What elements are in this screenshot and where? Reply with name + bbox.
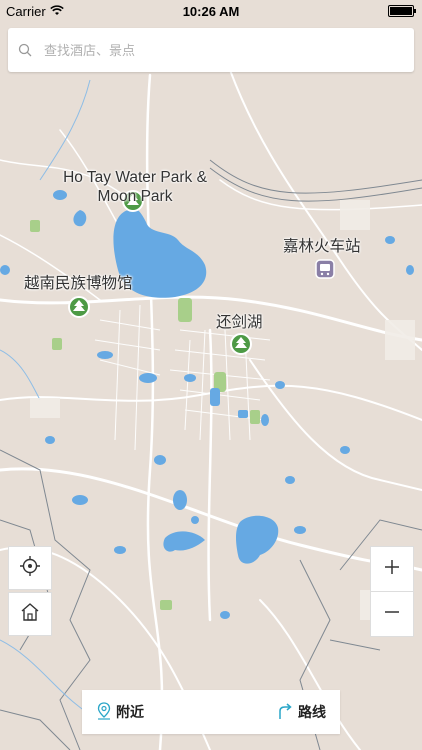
- home-icon: [20, 602, 40, 627]
- nearby-button[interactable]: 附近: [96, 701, 144, 723]
- crosshair-icon: [19, 555, 41, 582]
- bottom-action-bar: 附近 路线: [82, 690, 340, 734]
- map-label-gia-lam-station: 嘉林火车站: [283, 238, 361, 255]
- poi-marker-museum[interactable]: [68, 296, 90, 318]
- route-label: 路线: [298, 704, 326, 720]
- route-button[interactable]: 路线: [276, 702, 326, 723]
- search-icon: [8, 43, 42, 57]
- plus-icon: [383, 558, 401, 581]
- poi-marker-gia-lam-station[interactable]: [315, 259, 335, 279]
- zoom-in-button[interactable]: [370, 546, 414, 592]
- poi-marker-hoan-kiem[interactable]: [230, 333, 252, 355]
- search-bar[interactable]: [8, 28, 414, 72]
- map-label-ho-tay: Ho Tay Water Park & Moon Park: [63, 169, 207, 205]
- minus-icon: [383, 603, 401, 626]
- home-button[interactable]: [8, 592, 52, 636]
- route-icon: [276, 702, 294, 723]
- map-label-hoan-kiem: 还剑湖: [216, 314, 263, 331]
- location-pin-icon: [96, 701, 112, 723]
- search-input[interactable]: [42, 41, 386, 59]
- battery-icon: [388, 5, 416, 17]
- nearby-label: 附近: [116, 704, 144, 720]
- zoom-out-button[interactable]: [370, 591, 414, 637]
- map-canvas[interactable]: [0, 0, 422, 750]
- locate-button[interactable]: [8, 546, 52, 590]
- map-label-museum: 越南民族博物馆: [24, 275, 133, 292]
- clock: 10:26 AM: [182, 3, 240, 19]
- status-bar: Carrier 10:26 AM: [0, 0, 422, 22]
